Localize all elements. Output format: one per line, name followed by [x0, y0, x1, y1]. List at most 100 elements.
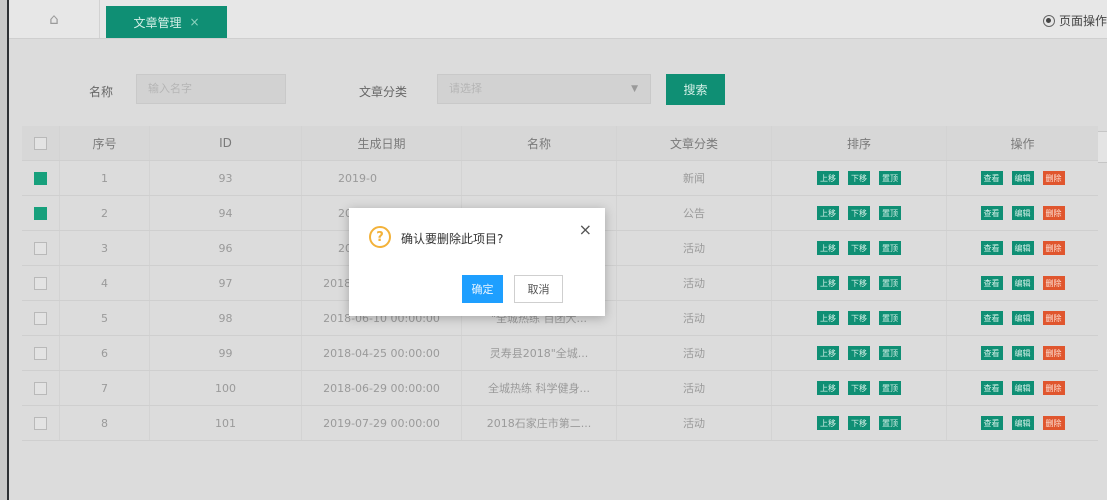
row-checkbox[interactable]: [34, 311, 47, 325]
cell-seq: 7: [60, 371, 150, 405]
edit-button[interactable]: 编辑: [1011, 206, 1034, 220]
delete-button[interactable]: 删除: [1042, 206, 1065, 220]
sort-buttons: 上移 下移 置顶: [772, 336, 947, 370]
action-buttons: 查看 编辑 删除: [947, 406, 1098, 440]
category-label: 文章分类: [359, 85, 408, 99]
move-down-button[interactable]: 下移: [848, 381, 870, 395]
view-button[interactable]: 查看: [980, 381, 1003, 395]
category-select[interactable]: 请选择 ▼: [437, 74, 651, 104]
edit-button[interactable]: 编辑: [1011, 416, 1034, 430]
pin-top-button[interactable]: 置顶: [879, 416, 901, 430]
move-up-button[interactable]: 上移: [817, 206, 839, 220]
row-checkbox[interactable]: [34, 381, 47, 395]
move-up-button[interactable]: 上移: [817, 311, 839, 325]
move-up-button[interactable]: 上移: [817, 381, 839, 395]
cell-id: 93: [150, 161, 302, 195]
cell-date: 2018-04-25 00:00:00: [302, 336, 462, 370]
home-tab[interactable]: ⌂: [9, 0, 100, 38]
cell-date: 2019-07-29 00:00:00: [302, 406, 462, 440]
edit-button[interactable]: 编辑: [1011, 311, 1034, 325]
confirm-button[interactable]: 确定: [462, 275, 503, 303]
move-up-button[interactable]: 上移: [817, 276, 839, 290]
move-down-button[interactable]: 下移: [848, 206, 870, 220]
home-icon: ⌂: [49, 10, 59, 28]
sort-buttons: 上移 下移 置顶: [772, 266, 947, 300]
pin-top-button[interactable]: 置顶: [879, 206, 901, 220]
view-button[interactable]: 查看: [980, 241, 1003, 255]
move-down-button[interactable]: 下移: [848, 311, 870, 325]
delete-button[interactable]: 删除: [1042, 346, 1065, 360]
cell-id: 96: [150, 231, 302, 265]
row-checkbox[interactable]: [34, 276, 47, 290]
delete-button[interactable]: 删除: [1042, 416, 1065, 430]
view-button[interactable]: 查看: [980, 311, 1003, 325]
cell-id: 100: [150, 371, 302, 405]
move-up-button[interactable]: 上移: [817, 346, 839, 360]
left-sidebar-edge: [0, 0, 9, 500]
move-up-button[interactable]: 上移: [817, 416, 839, 430]
edit-button[interactable]: 编辑: [1011, 346, 1034, 360]
delete-button[interactable]: 删除: [1042, 311, 1065, 325]
view-button[interactable]: 查看: [980, 346, 1003, 360]
view-button[interactable]: 查看: [980, 171, 1003, 185]
row-checkbox[interactable]: [34, 241, 47, 255]
row-checkbox[interactable]: [34, 206, 47, 220]
view-button[interactable]: 查看: [980, 206, 1003, 220]
pin-top-button[interactable]: 置顶: [879, 171, 901, 185]
tab-close-icon[interactable]: ×: [189, 15, 199, 29]
tab-article-management[interactable]: 文章管理 ×: [106, 6, 227, 38]
header-category: 文章分类: [617, 126, 772, 160]
move-up-button[interactable]: 上移: [817, 241, 839, 255]
table-row: 8 101 2019-07-29 00:00:00 2018石家庄市第二... 活动 上移…: [22, 406, 1098, 441]
tab-bar: ⌂ 文章管理 × 页面操作: [9, 0, 1107, 39]
action-buttons: 查看 编辑 删除: [947, 301, 1098, 335]
delete-button[interactable]: 删除: [1042, 276, 1065, 290]
row-checkbox[interactable]: [34, 416, 47, 430]
category-placeholder: 请选择: [449, 82, 482, 95]
tab-label: 文章管理: [133, 15, 182, 30]
radio-selected-icon[interactable]: [1042, 14, 1055, 27]
action-buttons: 查看 编辑 删除: [947, 266, 1098, 300]
move-down-button[interactable]: 下移: [848, 276, 870, 290]
move-down-button[interactable]: 下移: [848, 241, 870, 255]
search-button[interactable]: 搜索: [666, 74, 725, 105]
move-down-button[interactable]: 下移: [848, 416, 870, 430]
delete-button[interactable]: 删除: [1042, 241, 1065, 255]
chevron-down-icon: ▼: [631, 84, 638, 94]
pin-top-button[interactable]: 置顶: [879, 381, 901, 395]
table-row: 7 100 2018-06-29 00:00:00 全城热练 科学健身... 活动 上移下…: [22, 371, 1098, 406]
edit-button[interactable]: 编辑: [1011, 276, 1034, 290]
cancel-button[interactable]: 取消: [514, 275, 563, 303]
header-name: 名称: [462, 126, 617, 160]
cell-name: 全城热练 科学健身...: [462, 371, 617, 405]
pin-top-button[interactable]: 置顶: [879, 346, 901, 360]
move-up-button[interactable]: 上移: [817, 171, 839, 185]
action-buttons: 查看 编辑 删除: [947, 371, 1098, 405]
pin-top-button[interactable]: 置顶: [879, 311, 901, 325]
cell-seq: 1: [60, 161, 150, 195]
sort-buttons: 上移 下移 置顶: [772, 196, 947, 230]
dialog-message: 确认要删除此项目?: [401, 232, 504, 246]
header-id: ID: [150, 126, 302, 160]
page-mode-option[interactable]: 页面操作: [1042, 12, 1107, 29]
edit-button[interactable]: 编辑: [1011, 381, 1034, 395]
delete-button[interactable]: 删除: [1042, 381, 1065, 395]
move-down-button[interactable]: 下移: [848, 346, 870, 360]
select-all-checkbox[interactable]: [34, 136, 47, 150]
name-input[interactable]: 输入名字: [136, 74, 286, 104]
delete-button[interactable]: 删除: [1042, 171, 1065, 185]
edit-button[interactable]: 编辑: [1011, 171, 1034, 185]
view-button[interactable]: 查看: [980, 416, 1003, 430]
row-checkbox[interactable]: [34, 171, 47, 185]
view-button[interactable]: 查看: [980, 276, 1003, 290]
action-buttons: 查看 编辑 删除: [947, 336, 1098, 370]
edit-button[interactable]: 编辑: [1011, 241, 1034, 255]
row-checkbox[interactable]: [34, 346, 47, 360]
pin-top-button[interactable]: 置顶: [879, 241, 901, 255]
cell-name: [462, 161, 617, 195]
pin-top-button[interactable]: 置顶: [879, 276, 901, 290]
action-buttons: 查看 编辑 删除: [947, 231, 1098, 265]
close-icon[interactable]: ×: [579, 220, 592, 239]
move-down-button[interactable]: 下移: [848, 171, 870, 185]
page-mode-label: 页面操作: [1058, 14, 1107, 28]
